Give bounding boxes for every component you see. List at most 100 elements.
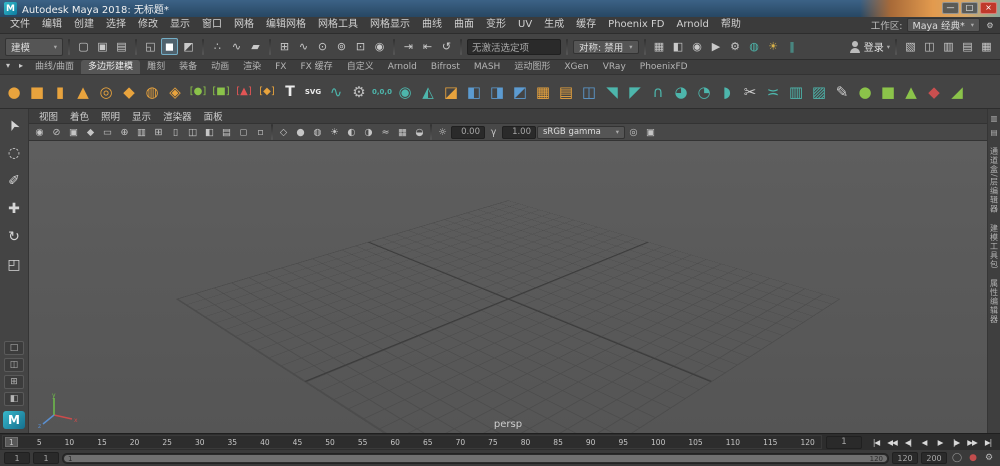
- mirror-mesh-icon[interactable]: ◫: [578, 78, 600, 106]
- right-sidebar-tab-1[interactable]: 建模工具包: [989, 224, 1000, 269]
- select-hierarchy-icon[interactable]: ◱: [142, 38, 159, 55]
- open-render-view-icon[interactable]: ▦: [651, 38, 668, 55]
- poly-torus-icon[interactable]: ◎: [95, 78, 117, 106]
- shelf-tab-13[interactable]: XGen: [557, 60, 595, 74]
- sculpt-brush-icon[interactable]: ●: [854, 78, 876, 106]
- poly-cylinder-icon[interactable]: ▮: [49, 78, 71, 106]
- menubar-item-12[interactable]: 曲面: [448, 17, 480, 33]
- xray-icon[interactable]: ◒: [412, 125, 427, 140]
- toggle-humanik-icon[interactable]: ◫: [921, 38, 938, 55]
- panel-menu-4[interactable]: 渲染器: [157, 109, 198, 123]
- snap-projected-center-icon[interactable]: ⊚: [333, 38, 350, 55]
- extract-icon[interactable]: ◪: [440, 78, 462, 106]
- layer-editor-tab-icon[interactable]: ▤: [989, 127, 1000, 138]
- smooth-brush-icon[interactable]: ■: [877, 78, 899, 106]
- multisample-icon[interactable]: ▦: [395, 125, 410, 140]
- boolean-intersection-icon[interactable]: ◩: [509, 78, 531, 106]
- channel-box-tab-icon[interactable]: ▥: [989, 113, 1000, 124]
- go-to-end-button[interactable]: ▶|: [980, 435, 996, 449]
- menuset-select[interactable]: 建模 ▾: [5, 38, 63, 56]
- live-surface-icon[interactable]: [■]: [210, 78, 232, 106]
- reduce-mesh-icon[interactable]: ▤: [555, 78, 577, 106]
- menubar-item-4[interactable]: 修改: [132, 17, 164, 33]
- separate-icon[interactable]: ◭: [417, 78, 439, 106]
- login-button[interactable]: 登录: [864, 39, 884, 54]
- current-time-field[interactable]: [826, 436, 862, 449]
- hypershade-icon[interactable]: ◍: [746, 38, 763, 55]
- scale-tool-icon[interactable]: ◰: [4, 255, 24, 275]
- select-tool-icon[interactable]: ➤: [1, 112, 28, 139]
- text-tool-icon[interactable]: T: [279, 78, 301, 106]
- poly-platonic-icon[interactable]: ◈: [164, 78, 186, 106]
- play-backward-button[interactable]: ◀: [916, 435, 932, 449]
- make-live-icon[interactable]: ◉: [371, 38, 388, 55]
- menubar-item-5[interactable]: 显示: [164, 17, 196, 33]
- layout-two-pane-button[interactable]: ◫: [4, 358, 24, 372]
- shelf-tab-8[interactable]: 自定义: [340, 60, 381, 74]
- grab-brush-icon[interactable]: ◆: [923, 78, 945, 106]
- open-scene-icon[interactable]: ▣: [94, 38, 111, 55]
- shaded-icon[interactable]: ●: [293, 125, 308, 140]
- range-slider[interactable]: 1 120: [62, 453, 889, 464]
- safe-action-icon[interactable]: ◻: [236, 125, 251, 140]
- menubar-item-19[interactable]: 帮助: [715, 17, 747, 33]
- rotate-tool-icon[interactable]: ↻: [4, 227, 24, 247]
- gate-mask-icon[interactable]: ◧: [202, 125, 217, 140]
- layout-single-pane-button[interactable]: □: [4, 341, 24, 355]
- safe-title-icon[interactable]: ▫: [253, 125, 268, 140]
- workspace-select[interactable]: Maya 经典* ▾: [907, 18, 981, 32]
- isolate-select-icon[interactable]: ◎: [626, 125, 641, 140]
- selection-name-field[interactable]: [467, 39, 561, 55]
- sweep-mesh-icon[interactable]: ∿: [325, 78, 347, 106]
- crease-tool-icon[interactable]: ✎: [831, 78, 853, 106]
- menubar-item-9[interactable]: 网格工具: [312, 17, 364, 33]
- camera-attributes-icon[interactable]: ▣: [66, 125, 81, 140]
- insert-edge-loop-icon[interactable]: ▥: [785, 78, 807, 106]
- panel-menu-3[interactable]: 显示: [126, 109, 157, 123]
- shelf-tab-7[interactable]: FX 缓存: [293, 60, 339, 74]
- snap-grid-icon[interactable]: ⊞: [276, 38, 293, 55]
- new-scene-icon[interactable]: ▢: [75, 38, 92, 55]
- offset-edge-loop-icon[interactable]: ▨: [808, 78, 830, 106]
- layer-bar-icon[interactable]: ▥: [134, 125, 149, 140]
- pause-viewport-icon[interactable]: ‖: [784, 38, 801, 55]
- bridge-icon[interactable]: ∩: [647, 78, 669, 106]
- exposure-icon[interactable]: ☼: [435, 125, 450, 140]
- menubar-item-18[interactable]: Arnold: [670, 17, 714, 33]
- range-slider-fill[interactable]: 1 120: [64, 455, 887, 462]
- smooth-mesh-icon[interactable]: ▦: [532, 78, 554, 106]
- panel-menu-5[interactable]: 面板: [198, 109, 229, 123]
- toggle-attribute-editor-icon[interactable]: ▥: [940, 38, 957, 55]
- right-sidebar-tab-0[interactable]: 通道盒/层编辑器: [989, 147, 1000, 214]
- menubar-item-13[interactable]: 变形: [480, 17, 512, 33]
- step-back-frame-button[interactable]: ◀|: [900, 435, 916, 449]
- shelf-tab-0[interactable]: 曲线/曲面: [28, 60, 81, 74]
- play-forward-button[interactable]: ▶: [932, 435, 948, 449]
- lock-camera-icon[interactable]: ⊘: [49, 125, 64, 140]
- animation-start-field[interactable]: [4, 452, 30, 464]
- input-connections-icon[interactable]: ⇥: [400, 38, 417, 55]
- render-sequence-icon[interactable]: ▶: [708, 38, 725, 55]
- step-forward-frame-button[interactable]: |▶: [948, 435, 964, 449]
- view-transform-select[interactable]: sRGB gamma ▾: [537, 126, 625, 139]
- poly-plane-icon[interactable]: ◆: [118, 78, 140, 106]
- symmetry-select[interactable]: 对称: 禁用 ▾: [573, 40, 639, 54]
- shelf-tab-12[interactable]: 运动图形: [507, 60, 557, 74]
- paint-select-tool-icon[interactable]: ✐: [4, 171, 24, 191]
- menubar-item-2[interactable]: 创建: [68, 17, 100, 33]
- shelf-menu-icon[interactable]: ▾: [2, 60, 14, 74]
- delete-history-icon[interactable]: ⚙: [348, 78, 370, 106]
- snap-curve-icon[interactable]: ∿: [295, 38, 312, 55]
- mask-lines-icon[interactable]: ∿: [228, 38, 245, 55]
- toggle-channel-box-icon[interactable]: ▦: [978, 38, 995, 55]
- poly-cone-icon[interactable]: ▲: [72, 78, 94, 106]
- field-chart-icon[interactable]: ▤: [219, 125, 234, 140]
- workspace-options-icon[interactable]: ⚙: [984, 17, 996, 34]
- maya-layout-logo-button[interactable]: M: [3, 411, 25, 429]
- grid-toggle-icon[interactable]: ⊞: [151, 125, 166, 140]
- fill-hole-icon[interactable]: ◕: [670, 78, 692, 106]
- menubar-item-3[interactable]: 选择: [100, 17, 132, 33]
- boolean-union-icon[interactable]: ◧: [463, 78, 485, 106]
- go-to-start-button[interactable]: |◀: [868, 435, 884, 449]
- minimize-button[interactable]: —: [942, 2, 959, 14]
